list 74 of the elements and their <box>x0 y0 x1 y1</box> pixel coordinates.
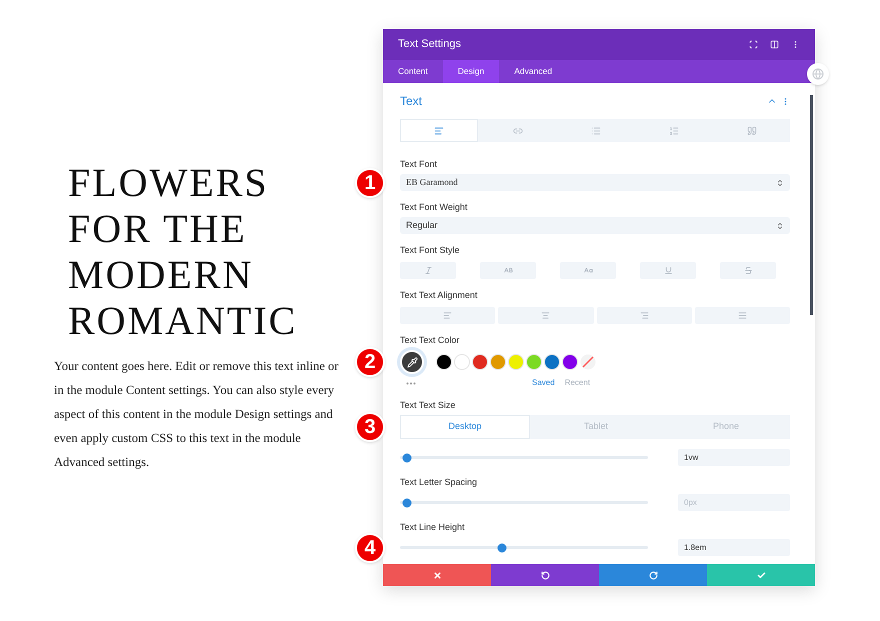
eyedropper-button[interactable] <box>400 350 424 374</box>
align-left-icon <box>443 311 452 320</box>
value-field[interactable]: 1vw <box>678 449 790 466</box>
strikethrough-icon <box>744 266 752 275</box>
check-icon <box>756 570 766 580</box>
select-value: Regular <box>406 218 438 232</box>
value-field[interactable]: 1.8em <box>678 539 790 556</box>
globe-button[interactable] <box>807 63 829 85</box>
field-label: Text Text Size <box>400 400 456 411</box>
section-title: Text <box>400 93 422 110</box>
eyedropper-icon <box>406 356 418 368</box>
more-dots-icon[interactable] <box>406 382 416 384</box>
panel-title: Text Settings <box>398 37 461 52</box>
bulleted-list-icon <box>591 126 601 136</box>
number-badge: 2 <box>355 347 385 377</box>
font-style-button[interactable] <box>560 262 616 279</box>
device-tab[interactable]: Desktop <box>400 415 530 439</box>
quote-icon <box>747 126 757 136</box>
body-paragraph: Your content goes here. Edit or remove this text inline or in the module Content settings. You can also style every aspect of this content in the module Design settings and even apply custom CSS to this text in the module Advanced settings. <box>54 358 340 471</box>
heading-line: MODERN <box>68 252 254 298</box>
field-label: Text Text Alignment <box>400 290 478 301</box>
align-justify-icon <box>738 311 747 320</box>
sort-arrows-icon <box>776 222 784 230</box>
globe-icon <box>812 68 824 80</box>
text-icon <box>434 126 444 136</box>
panel-tab[interactable]: Design <box>442 60 500 83</box>
small-caps-icon <box>584 266 592 275</box>
palette-tab[interactable]: Saved <box>532 377 555 389</box>
sort-arrows-icon <box>776 178 784 186</box>
numbered-list-icon <box>669 126 679 136</box>
undo-icon <box>540 570 550 580</box>
field-label: Text Letter Spacing <box>400 477 478 488</box>
font-style-button[interactable] <box>480 262 536 279</box>
field-label: Text Line Height <box>400 522 466 533</box>
number-badge: 4 <box>355 532 385 562</box>
number-badge: 1 <box>355 168 385 198</box>
font-style-button[interactable] <box>640 262 696 279</box>
cancel-button[interactable] <box>383 564 491 586</box>
close-icon <box>432 570 442 580</box>
select-field[interactable]: Regular <box>400 217 790 234</box>
field-label: Text Text Color <box>400 335 460 346</box>
split-view-icon[interactable] <box>770 40 779 49</box>
panel-tab[interactable]: Advanced <box>499 60 568 83</box>
heading-line: ROMANTIC <box>68 298 298 344</box>
no-color-swatch[interactable] <box>580 354 596 370</box>
redo-icon <box>648 570 658 580</box>
fullscreen-icon[interactable] <box>749 40 758 49</box>
alignment-button[interactable] <box>694 307 790 324</box>
heading-line: FLOWERS <box>68 160 269 206</box>
heading-line: FOR THE <box>68 206 247 252</box>
value-field[interactable]: 0px <box>678 494 790 511</box>
redo-button[interactable] <box>599 564 707 586</box>
alignment-button[interactable] <box>400 307 496 324</box>
select-value: EB Garamond <box>406 176 458 189</box>
align-right-icon <box>640 311 649 320</box>
save-button[interactable] <box>707 564 815 586</box>
uppercase-icon <box>504 266 512 275</box>
undo-button[interactable] <box>491 564 599 586</box>
scrollbar[interactable] <box>810 95 813 315</box>
select-field[interactable]: EB Garamond <box>400 174 790 191</box>
font-style-button[interactable] <box>720 262 776 279</box>
italic-icon <box>424 266 432 275</box>
section-tab[interactable] <box>400 119 478 142</box>
number-badge: 3 <box>355 412 385 442</box>
alignment-button[interactable] <box>596 307 692 324</box>
panel-tab[interactable]: Content <box>383 60 443 83</box>
link-icon <box>513 126 523 136</box>
field-label: Text Font Weight <box>400 202 468 213</box>
align-center-icon <box>541 311 550 320</box>
alignment-button[interactable] <box>498 307 594 324</box>
underline-icon <box>664 266 672 275</box>
field-label: Text Font Style <box>400 245 461 256</box>
field-label: Text Font <box>400 159 438 170</box>
font-style-button[interactable] <box>400 262 456 279</box>
